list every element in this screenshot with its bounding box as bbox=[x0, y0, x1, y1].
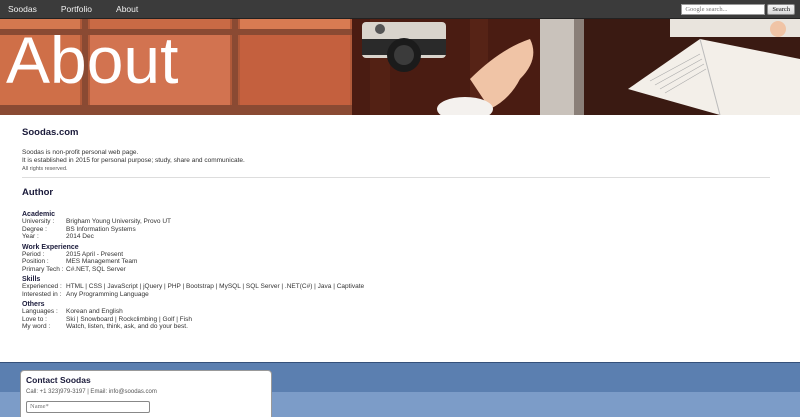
list-item: University : Brigham Young University, Pr… bbox=[22, 218, 770, 226]
search-button[interactable]: Search bbox=[767, 4, 795, 15]
field-label: Year : bbox=[22, 233, 39, 240]
search-input[interactable] bbox=[681, 4, 766, 15]
hero-banner: About bbox=[0, 19, 800, 115]
field-label: Love to : bbox=[22, 315, 47, 323]
site-intro-line-2: It is established in 2015 for personal p… bbox=[22, 157, 245, 164]
field-label: Degree : bbox=[22, 225, 47, 233]
about-content: Soodas.com Soodas is non-profit personal… bbox=[0, 115, 800, 362]
section-work-title: Work Experience bbox=[22, 243, 79, 251]
field-value: Any Programming Language bbox=[66, 290, 149, 298]
nav-brand-link[interactable]: Soodas bbox=[8, 4, 37, 14]
field-label: University : bbox=[22, 218, 55, 225]
site-intro-line-1: Soodas is non-profit personal web page. bbox=[22, 149, 139, 156]
list-item: Interested in : Any Programming Language bbox=[22, 291, 770, 299]
field-value: HTML | CSS | JavaScript | jQuery | PHP |… bbox=[66, 283, 365, 290]
section-others-title: Others bbox=[22, 301, 45, 308]
field-label: My word : bbox=[22, 323, 51, 330]
author-heading: Author bbox=[22, 187, 54, 198]
section-skills-title: Skills bbox=[22, 276, 41, 283]
list-item: Degree : BS Information Systems bbox=[22, 226, 770, 234]
field-value: 2014 Dec bbox=[66, 233, 94, 240]
contact-info: Call: +1 323)979-3197 | Email: info@sood… bbox=[26, 389, 157, 395]
field-label: Languages : bbox=[22, 308, 58, 315]
page-title: About bbox=[6, 23, 179, 97]
list-item: My word : Watch, listen, think, ask, and … bbox=[22, 323, 770, 331]
divider bbox=[22, 177, 770, 178]
field-value: Watch, listen, think, ask, and do your b… bbox=[66, 323, 188, 330]
field-value: 2015 April - Present bbox=[66, 250, 124, 258]
name-field[interactable] bbox=[26, 400, 150, 413]
field-value: BS Information Systems bbox=[66, 225, 136, 233]
nav-item-portfolio[interactable]: Portfolio bbox=[61, 4, 92, 14]
list-item: Year : 2014 Dec bbox=[22, 233, 770, 241]
list-item: Languages : Korean and English bbox=[22, 308, 770, 316]
search-form: Search bbox=[681, 4, 795, 15]
field-value: C#.NET, SQL Server bbox=[66, 265, 126, 273]
field-label: Primary Tech : bbox=[22, 265, 64, 273]
contact-title: Contact Soodas bbox=[26, 375, 91, 385]
field-label: Position : bbox=[22, 258, 49, 265]
field-label: Period : bbox=[22, 250, 45, 258]
field-value: Ski | Snowboard | Rockclimbing | Golf | … bbox=[66, 315, 192, 323]
field-label: Interested in : bbox=[22, 290, 62, 298]
field-value: MES Management Team bbox=[66, 258, 138, 265]
nav-item-about[interactable]: About bbox=[116, 4, 138, 14]
rights-text: All rights reserved. bbox=[22, 166, 68, 172]
site-intro: Soodas is non-profit personal web page. … bbox=[22, 149, 770, 165]
top-navbar: Soodas Portfolio About Search bbox=[0, 0, 800, 19]
list-item: Position : MES Management Team bbox=[22, 258, 770, 266]
field-label: Experienced : bbox=[22, 283, 62, 290]
contact-card: Contact Soodas Call: +1 323)979-3197 | E… bbox=[20, 370, 272, 417]
list-item: Primary Tech : C#.NET, SQL Server bbox=[22, 266, 770, 274]
list-item: Experienced : HTML | CSS | JavaScript | j… bbox=[22, 283, 770, 291]
site-heading: Soodas.com bbox=[22, 127, 79, 138]
list-item: Love to : Ski | Snowboard | Rockclimbing … bbox=[22, 316, 770, 324]
field-value: Korean and English bbox=[66, 308, 123, 315]
field-value: Brigham Young University, Provo UT bbox=[66, 218, 172, 225]
list-item: Period : 2015 April - Present bbox=[22, 251, 770, 259]
section-academic-title: Academic bbox=[22, 211, 56, 218]
